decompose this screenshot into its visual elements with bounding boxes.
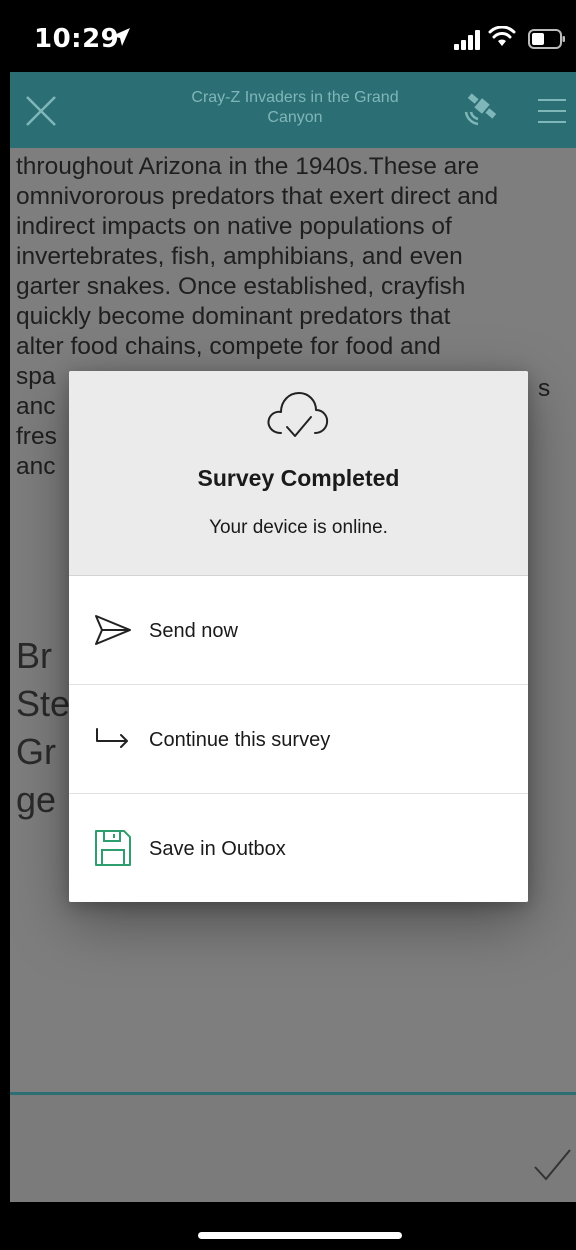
text-line: invertebrates, fish, amphibians, and eve… bbox=[16, 243, 463, 270]
dialog-title: Survey Completed bbox=[197, 465, 400, 491]
save-in-outbox-button[interactable]: Save in Outbox bbox=[69, 794, 528, 902]
continue-survey-label: Continue this survey bbox=[149, 729, 331, 751]
phone-screen: 10:29 Cray-Z Invaders in the Grand Canyo… bbox=[0, 0, 576, 1250]
send-icon bbox=[95, 615, 131, 645]
menu-icon[interactable] bbox=[536, 96, 568, 126]
text-line: omnivororous predators that exert direct… bbox=[16, 183, 499, 210]
gps-satellite-icon[interactable] bbox=[460, 90, 500, 130]
survey-completed-dialog: Survey Completed Your device is online. … bbox=[69, 371, 528, 902]
text-line: garter snakes. Once established, crayfis… bbox=[16, 273, 466, 300]
text-line: indirect impacts on native populations o… bbox=[16, 213, 452, 240]
status-time: 10:29 bbox=[34, 24, 120, 54]
continue-survey-button[interactable]: Continue this survey bbox=[69, 685, 528, 794]
close-icon[interactable] bbox=[24, 94, 58, 128]
save-in-outbox-label: Save in Outbox bbox=[149, 838, 286, 860]
continue-arrow-icon bbox=[96, 728, 128, 748]
text-line: alter food chains, compete for food and bbox=[16, 333, 441, 360]
app-title-line1: Cray-Z Invaders in the Grand bbox=[191, 89, 399, 106]
home-area bbox=[0, 1202, 576, 1250]
survey-footer-bar bbox=[10, 1092, 576, 1202]
home-indicator[interactable] bbox=[198, 1232, 402, 1239]
text-right-fragment: s bbox=[538, 375, 551, 402]
dialog-header: Survey Completed Your device is online. bbox=[69, 371, 528, 576]
app-title-line2: Canyon bbox=[267, 109, 323, 126]
text-line: throughout Arizona in the 1940s.These ar… bbox=[16, 153, 480, 180]
signal-icon bbox=[454, 30, 480, 50]
send-now-button[interactable]: Send now bbox=[69, 576, 528, 685]
dialog-subtitle: Your device is online. bbox=[209, 517, 388, 538]
location-arrow-icon bbox=[112, 28, 130, 46]
wifi-icon bbox=[488, 26, 516, 46]
status-bar: 10:29 bbox=[0, 0, 576, 72]
checkmark-icon[interactable] bbox=[532, 1147, 572, 1183]
cloud-check-icon bbox=[267, 392, 329, 437]
save-disk-icon bbox=[95, 830, 131, 866]
send-now-label: Send now bbox=[149, 620, 238, 642]
app-title-bar: Cray-Z Invaders in the Grand Canyon bbox=[10, 72, 576, 148]
app-title: Cray-Z Invaders in the Grand Canyon bbox=[160, 88, 430, 128]
text-line: quickly become dominant predators that bbox=[16, 303, 451, 330]
battery-icon bbox=[528, 29, 565, 49]
